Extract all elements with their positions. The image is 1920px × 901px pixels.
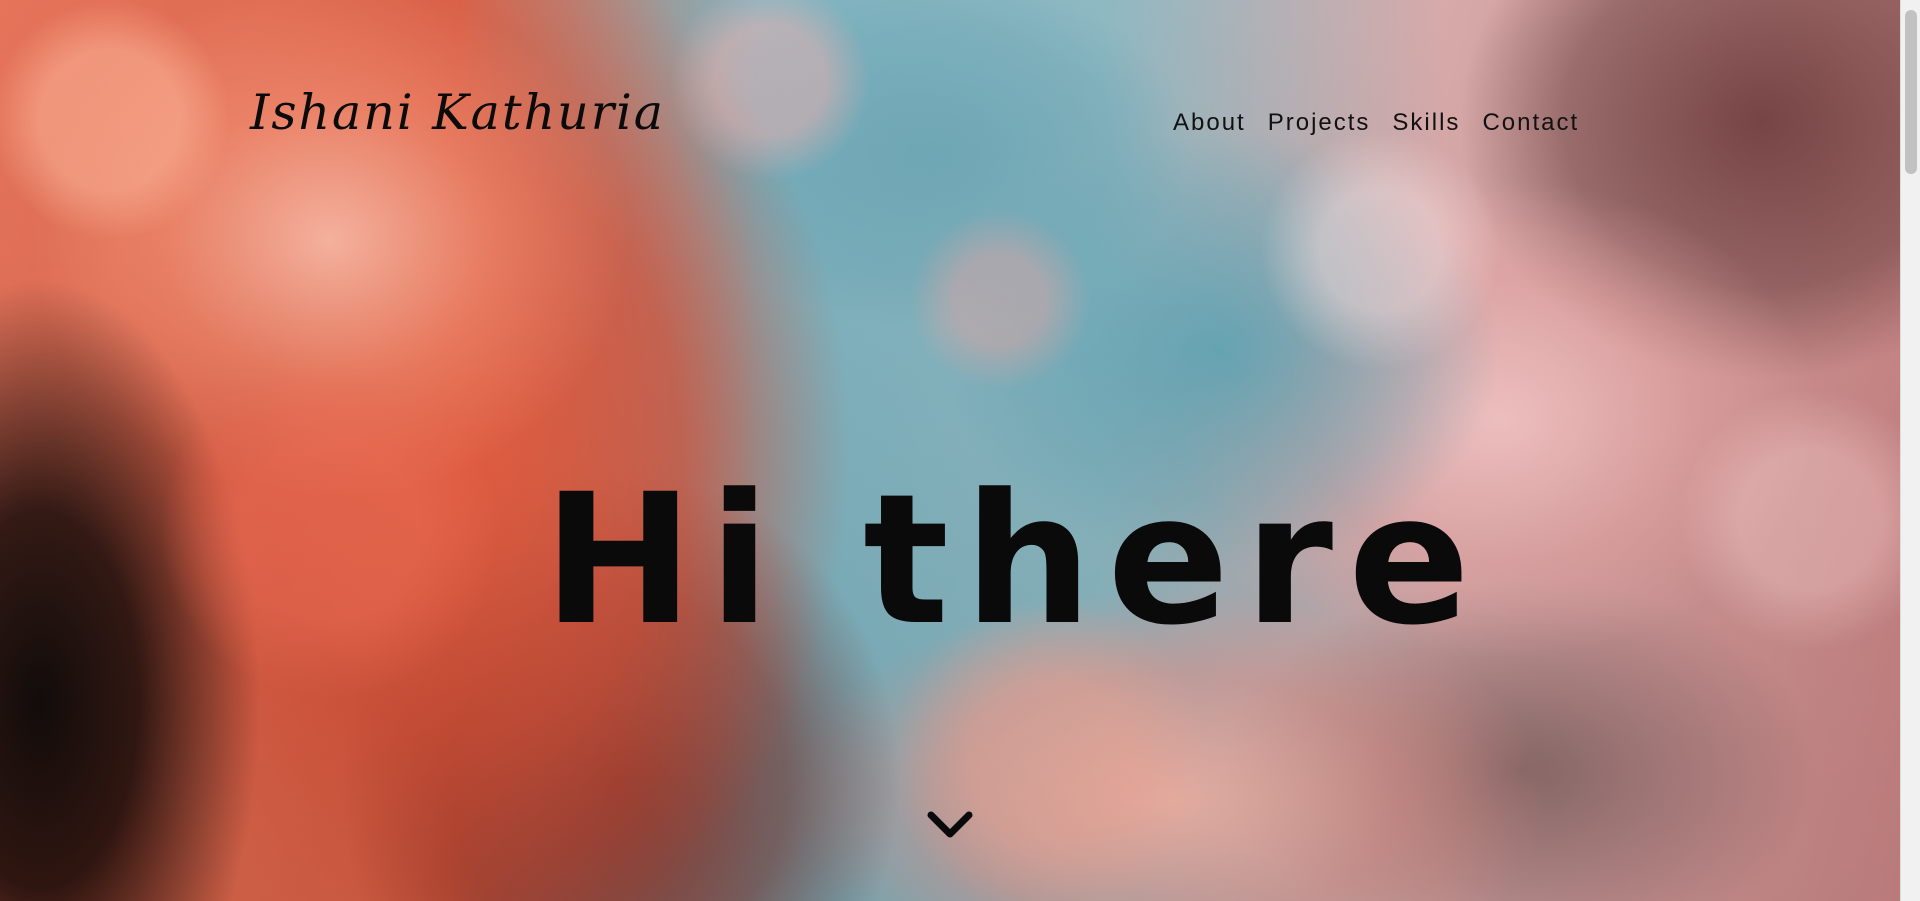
site-logo[interactable]: Ishani Kathuria <box>250 88 665 137</box>
page-scrollbar[interactable] <box>1900 0 1920 901</box>
top-navigation: About Projects Skills Contact <box>1173 111 1579 135</box>
chevron-down-icon <box>927 811 973 838</box>
hero-background: Ishani Kathuria About Projects Skills Co… <box>0 0 1900 901</box>
scroll-down-button[interactable] <box>925 806 975 842</box>
scrollbar-thumb[interactable] <box>1905 10 1917 174</box>
hero-title: Hi there <box>543 455 1486 665</box>
nav-about[interactable]: About <box>1173 111 1246 135</box>
nav-projects[interactable]: Projects <box>1268 111 1371 135</box>
nav-contact[interactable]: Contact <box>1482 111 1579 135</box>
nav-skills[interactable]: Skills <box>1392 111 1460 135</box>
